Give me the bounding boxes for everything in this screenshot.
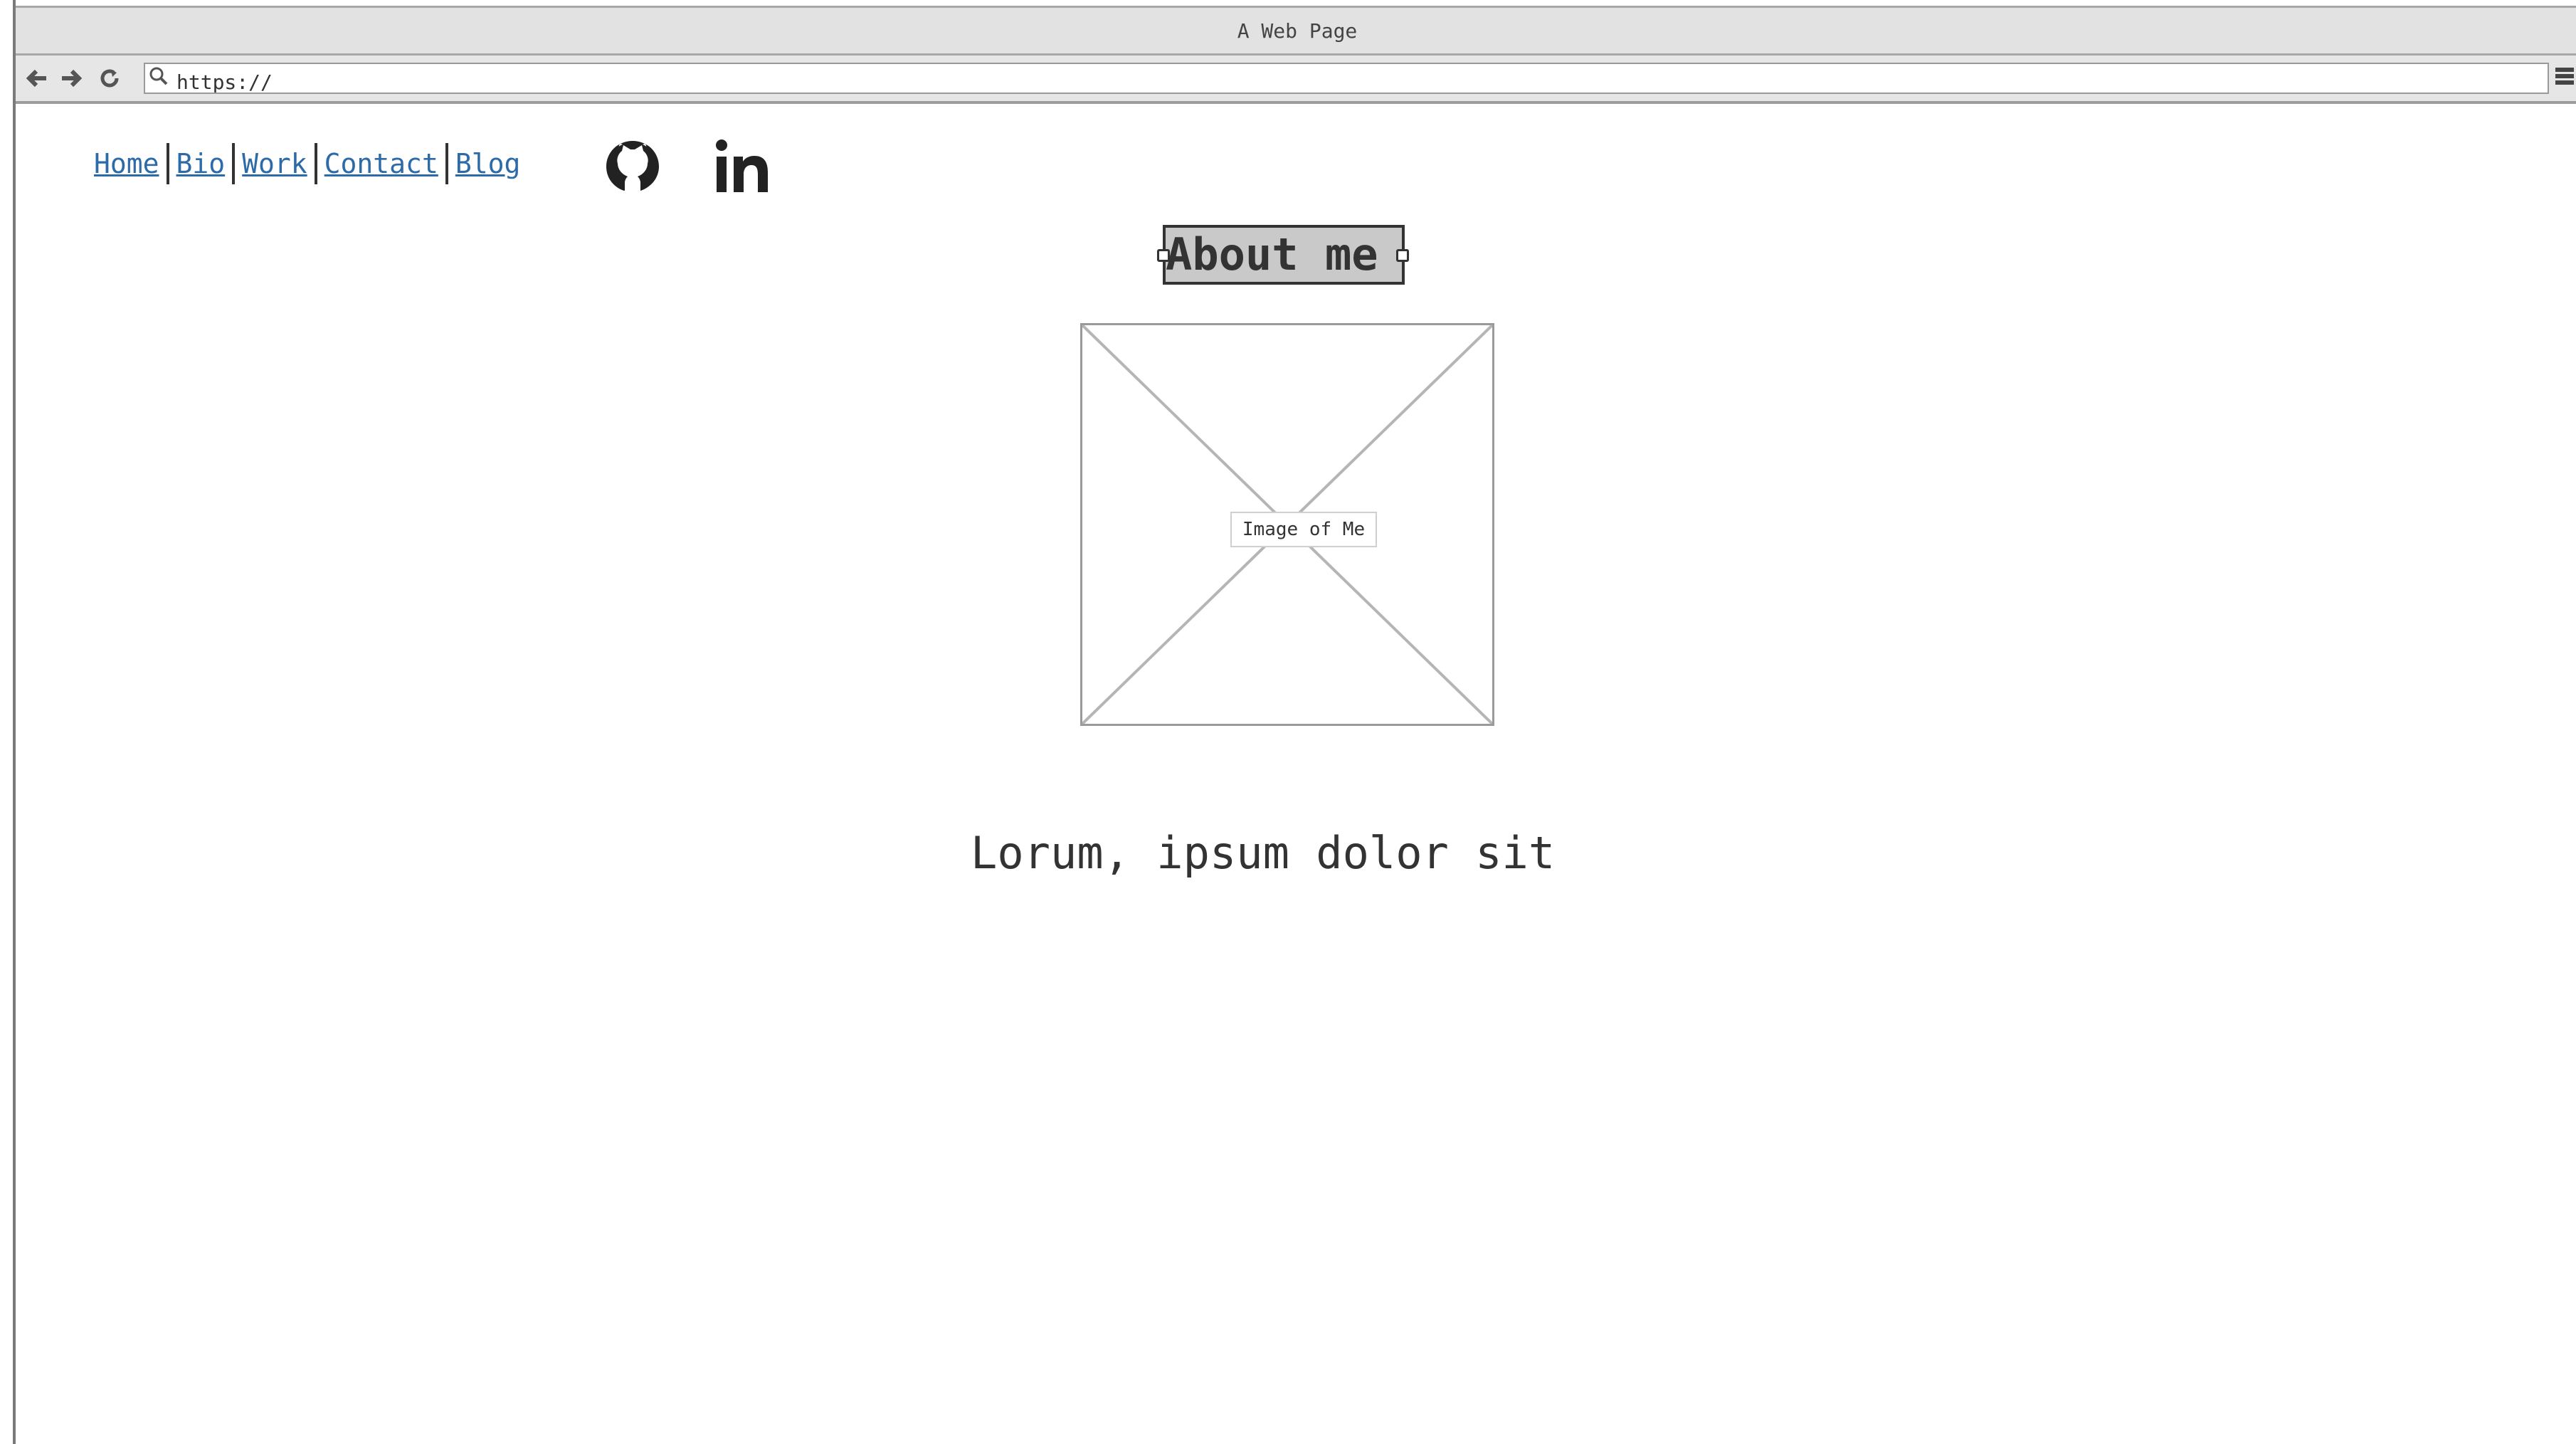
arrow-left-icon (26, 69, 46, 88)
nav-divider (314, 143, 317, 184)
page-content: Home Bio Work Contact Blog About me Imag… (31, 107, 2576, 1444)
nav-link-work[interactable]: Work (242, 148, 307, 179)
nav-divider (445, 143, 448, 184)
reload-icon (100, 69, 119, 88)
nav-link-blog[interactable]: Blog (455, 148, 521, 179)
profile-image-placeholder: Image of Me (1080, 323, 1494, 726)
resize-handle-right[interactable] (1396, 249, 1409, 262)
page-title: About me (1163, 225, 1405, 285)
resize-handle-left[interactable] (1157, 249, 1170, 262)
url-input[interactable] (176, 64, 2548, 93)
site-nav: Home Bio Work Contact Blog (94, 139, 520, 189)
hamburger-menu-icon (2553, 68, 2576, 85)
nav-divider (166, 143, 169, 184)
menu-button[interactable] (2553, 65, 2576, 91)
window-title: A Web Page (1237, 19, 1358, 43)
nav-link-contact[interactable]: Contact (324, 148, 438, 179)
arrow-right-icon (62, 69, 83, 88)
image-caption: Image of Me (1230, 512, 1377, 547)
linkedin-icon (716, 139, 768, 192)
reload-button[interactable] (95, 64, 124, 93)
nav-link-bio[interactable]: Bio (176, 148, 226, 179)
browser-window: A Web Page https:// Home Bio Work Contac… (13, 0, 2576, 1444)
linkedin-link[interactable] (711, 135, 778, 199)
forward-button[interactable] (57, 64, 85, 93)
nav-divider (232, 143, 236, 184)
browser-toolbar (16, 56, 2576, 104)
about-heading-wrapper: About me (1157, 225, 1409, 285)
address-bar[interactable] (144, 63, 2549, 94)
tagline-text: Lorum, ipsum dolor sit (971, 827, 1556, 879)
browser-titlebar: A Web Page (16, 6, 2576, 56)
back-button[interactable] (23, 64, 51, 93)
nav-link-home[interactable]: Home (94, 148, 159, 179)
github-link[interactable] (601, 135, 665, 199)
github-icon (606, 141, 659, 191)
search-icon (145, 64, 176, 93)
